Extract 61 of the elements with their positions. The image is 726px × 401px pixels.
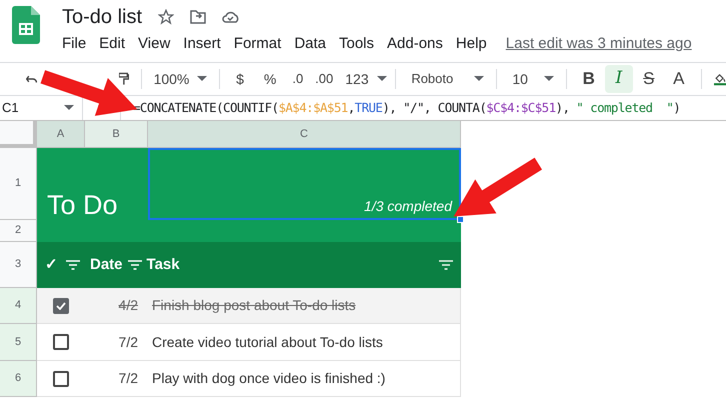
row-header[interactable]: 6 bbox=[0, 361, 37, 397]
row-header[interactable]: 5 bbox=[0, 324, 37, 361]
caret-icon bbox=[474, 76, 484, 82]
date-heading: Date bbox=[90, 254, 123, 275]
column-header[interactable]: B bbox=[85, 121, 148, 147]
font-dropdown[interactable]: Roboto bbox=[411, 69, 484, 89]
paint-format-icon[interactable] bbox=[119, 71, 129, 87]
percent-button[interactable]: % bbox=[264, 68, 276, 90]
date-cell-text: 7/2 bbox=[118, 332, 139, 352]
date-cell-text: 4/2 bbox=[118, 296, 139, 315]
number-format-dropdown[interactable]: 123 bbox=[345, 68, 387, 90]
menu-item[interactable]: Add-ons bbox=[387, 33, 443, 56]
document-title[interactable]: To-do list bbox=[62, 2, 142, 32]
caret-icon bbox=[544, 76, 554, 82]
format-button[interactable]: S bbox=[634, 65, 663, 93]
menu-item[interactable]: View bbox=[138, 33, 170, 56]
menu-item[interactable]: Data bbox=[294, 33, 326, 56]
folder-icon[interactable] bbox=[190, 10, 206, 24]
menu-item[interactable]: Help bbox=[456, 33, 487, 56]
task-cell-text: Create video tutorial about To-do lists bbox=[151, 332, 383, 352]
date-cell-text: 7/2 bbox=[118, 369, 139, 388]
spreadsheet-logo[interactable] bbox=[12, 6, 40, 44]
last-edit-link[interactable]: Last edit was 3 minutes ago bbox=[506, 33, 692, 56]
menu-item[interactable]: File bbox=[62, 33, 86, 56]
zoom-dropdown[interactable]: 100% bbox=[154, 68, 208, 90]
menu-item[interactable]: Tools bbox=[339, 33, 374, 56]
checkbox[interactable] bbox=[53, 298, 69, 314]
menu-item[interactable]: Insert bbox=[183, 33, 221, 56]
row-header[interactable]: 4 bbox=[0, 288, 37, 324]
task-cell-text: Finish blog post about To-do lists bbox=[151, 296, 356, 315]
increase-decimal-button[interactable]: .00 bbox=[315, 69, 334, 89]
task-cell-text: Play with dog once video is finished :) bbox=[151, 369, 386, 388]
sheet-heading: To Do bbox=[47, 189, 118, 222]
row-header[interactable]: 3 bbox=[0, 242, 37, 288]
currency-button[interactable]: $ bbox=[236, 68, 244, 90]
checkbox[interactable] bbox=[53, 334, 69, 350]
caret-icon bbox=[376, 76, 387, 82]
format-button[interactable]: I bbox=[604, 65, 633, 93]
row-header[interactable]: 1 bbox=[0, 148, 37, 220]
menu-item[interactable]: Format bbox=[234, 33, 282, 56]
filter-icon[interactable] bbox=[439, 260, 453, 270]
check-icon bbox=[56, 302, 66, 310]
font-size-dropdown[interactable]: 10 bbox=[512, 68, 554, 90]
cloud-icon[interactable] bbox=[222, 11, 240, 23]
task-heading: Task bbox=[146, 254, 181, 275]
caret-icon bbox=[64, 105, 74, 111]
checkbox[interactable] bbox=[53, 370, 69, 386]
star-icon[interactable] bbox=[158, 9, 174, 25]
menu-item[interactable]: Edit bbox=[99, 33, 126, 56]
undo-icon[interactable] bbox=[26, 74, 38, 84]
formula-text[interactable]: =CONCATENATE(COUNTIF($A$4:$A$51,TRUE), "/", COUNTA($C$4:$C$51), " completed ") bbox=[133, 98, 680, 118]
fill-handle[interactable] bbox=[457, 216, 464, 223]
column-header[interactable]: C bbox=[148, 121, 461, 147]
format-button[interactable]: A bbox=[664, 65, 693, 93]
selected-cell[interactable]: 1/3 completed bbox=[148, 148, 461, 220]
name-box[interactable]: C1 bbox=[2, 98, 82, 118]
check-heading: ✓ bbox=[45, 254, 58, 275]
decrease-decimal-button[interactable]: .0 bbox=[292, 69, 304, 89]
caret-icon bbox=[197, 76, 208, 82]
format-button[interactable]: B bbox=[574, 65, 603, 93]
row-header[interactable]: 2 bbox=[0, 220, 37, 242]
